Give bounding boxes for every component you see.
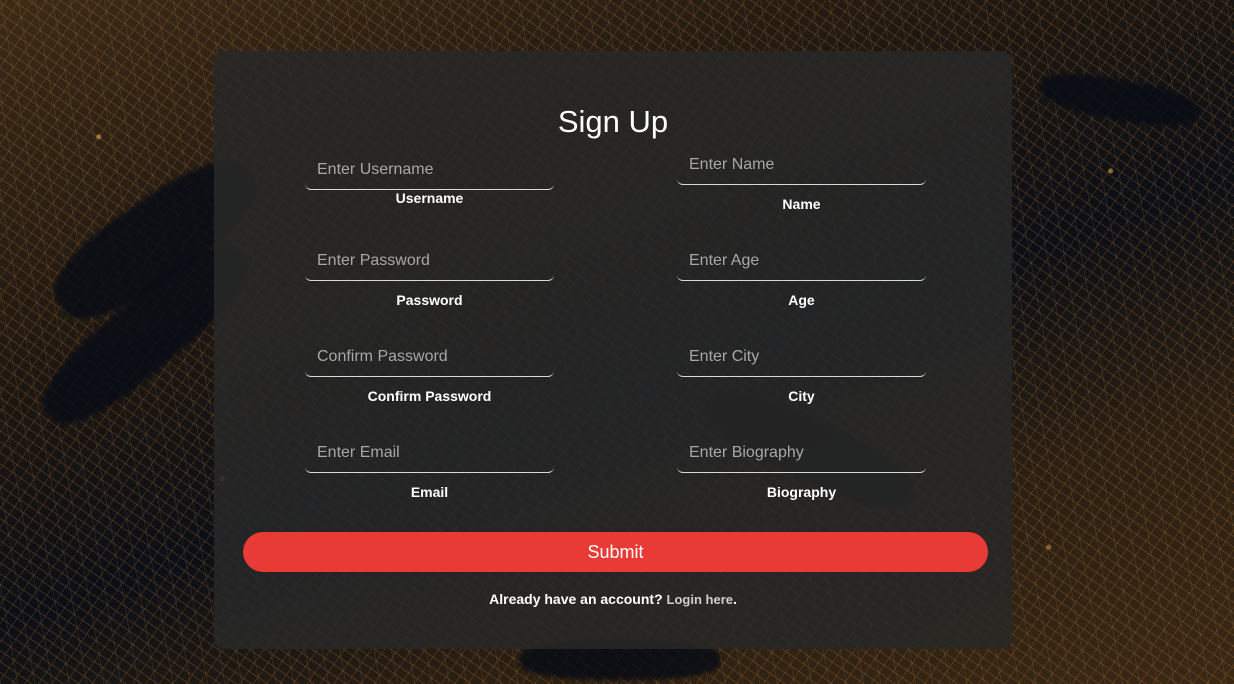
name-field-group: Name bbox=[677, 145, 926, 212]
submit-button[interactable]: Submit bbox=[243, 532, 988, 572]
biography-label: Biography bbox=[766, 484, 837, 500]
login-prompt: Already have an account? Login here. bbox=[214, 591, 1012, 607]
username-input[interactable] bbox=[305, 150, 554, 190]
city-field-group: City bbox=[677, 337, 926, 404]
email-field-group: Email bbox=[305, 433, 554, 500]
login-prompt-period: . bbox=[732, 591, 737, 607]
login-link[interactable]: Login here bbox=[667, 592, 733, 607]
name-input[interactable] bbox=[677, 145, 926, 185]
email-input[interactable] bbox=[305, 433, 554, 473]
username-field-group: Username bbox=[305, 150, 554, 206]
confirm-password-label: Confirm Password bbox=[367, 388, 492, 404]
login-prompt-text: Already have an account? bbox=[489, 591, 663, 607]
biography-input[interactable] bbox=[677, 433, 926, 473]
username-label: Username bbox=[395, 190, 464, 206]
city-label: City bbox=[788, 388, 815, 404]
name-label: Name bbox=[782, 196, 821, 212]
age-label: Age bbox=[788, 292, 815, 308]
signup-form: Sign Up Username Name Password Age Confi… bbox=[214, 51, 1012, 649]
biography-field-group: Biography bbox=[677, 433, 926, 500]
password-input[interactable] bbox=[305, 241, 554, 281]
email-label: Email bbox=[410, 484, 449, 500]
password-label: Password bbox=[396, 292, 463, 308]
age-field-group: Age bbox=[677, 241, 926, 308]
password-field-group: Password bbox=[305, 241, 554, 308]
confirm-password-field-group: Confirm Password bbox=[305, 337, 554, 404]
age-input[interactable] bbox=[677, 241, 926, 281]
form-title: Sign Up bbox=[557, 104, 669, 139]
confirm-password-input[interactable] bbox=[305, 337, 554, 377]
background-river bbox=[1037, 66, 1203, 134]
city-input[interactable] bbox=[677, 337, 926, 377]
